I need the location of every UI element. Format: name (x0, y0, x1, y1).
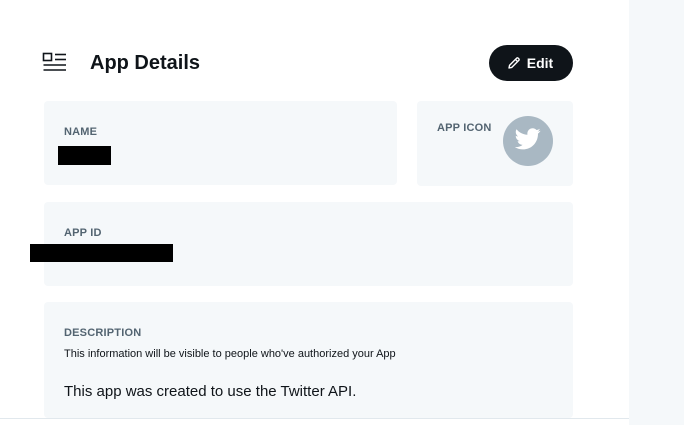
description-help-text: This information will be visible to peop… (64, 348, 396, 360)
app-details-page: App Details Edit NAME APP ICON APP ID DE… (0, 0, 684, 425)
description-label: DESCRIPTION (64, 327, 142, 339)
app-icon-label: APP ICON (437, 122, 492, 134)
app-id-label: APP ID (64, 227, 102, 239)
page-title: App Details (90, 52, 201, 74)
twitter-bird-icon (514, 127, 541, 155)
name-value-redacted (58, 146, 111, 165)
divider (0, 418, 629, 419)
details-list-icon (42, 52, 68, 74)
description-value: This app was created to use the Twitter … (64, 383, 357, 400)
edit-button[interactable]: Edit (489, 45, 573, 81)
app-id-value-redacted (30, 244, 173, 262)
name-card (44, 101, 397, 185)
name-label: NAME (64, 126, 98, 138)
pencil-icon (507, 56, 521, 70)
side-panel (629, 0, 684, 425)
edit-button-label: Edit (526, 55, 554, 71)
app-icon-avatar (503, 116, 553, 166)
